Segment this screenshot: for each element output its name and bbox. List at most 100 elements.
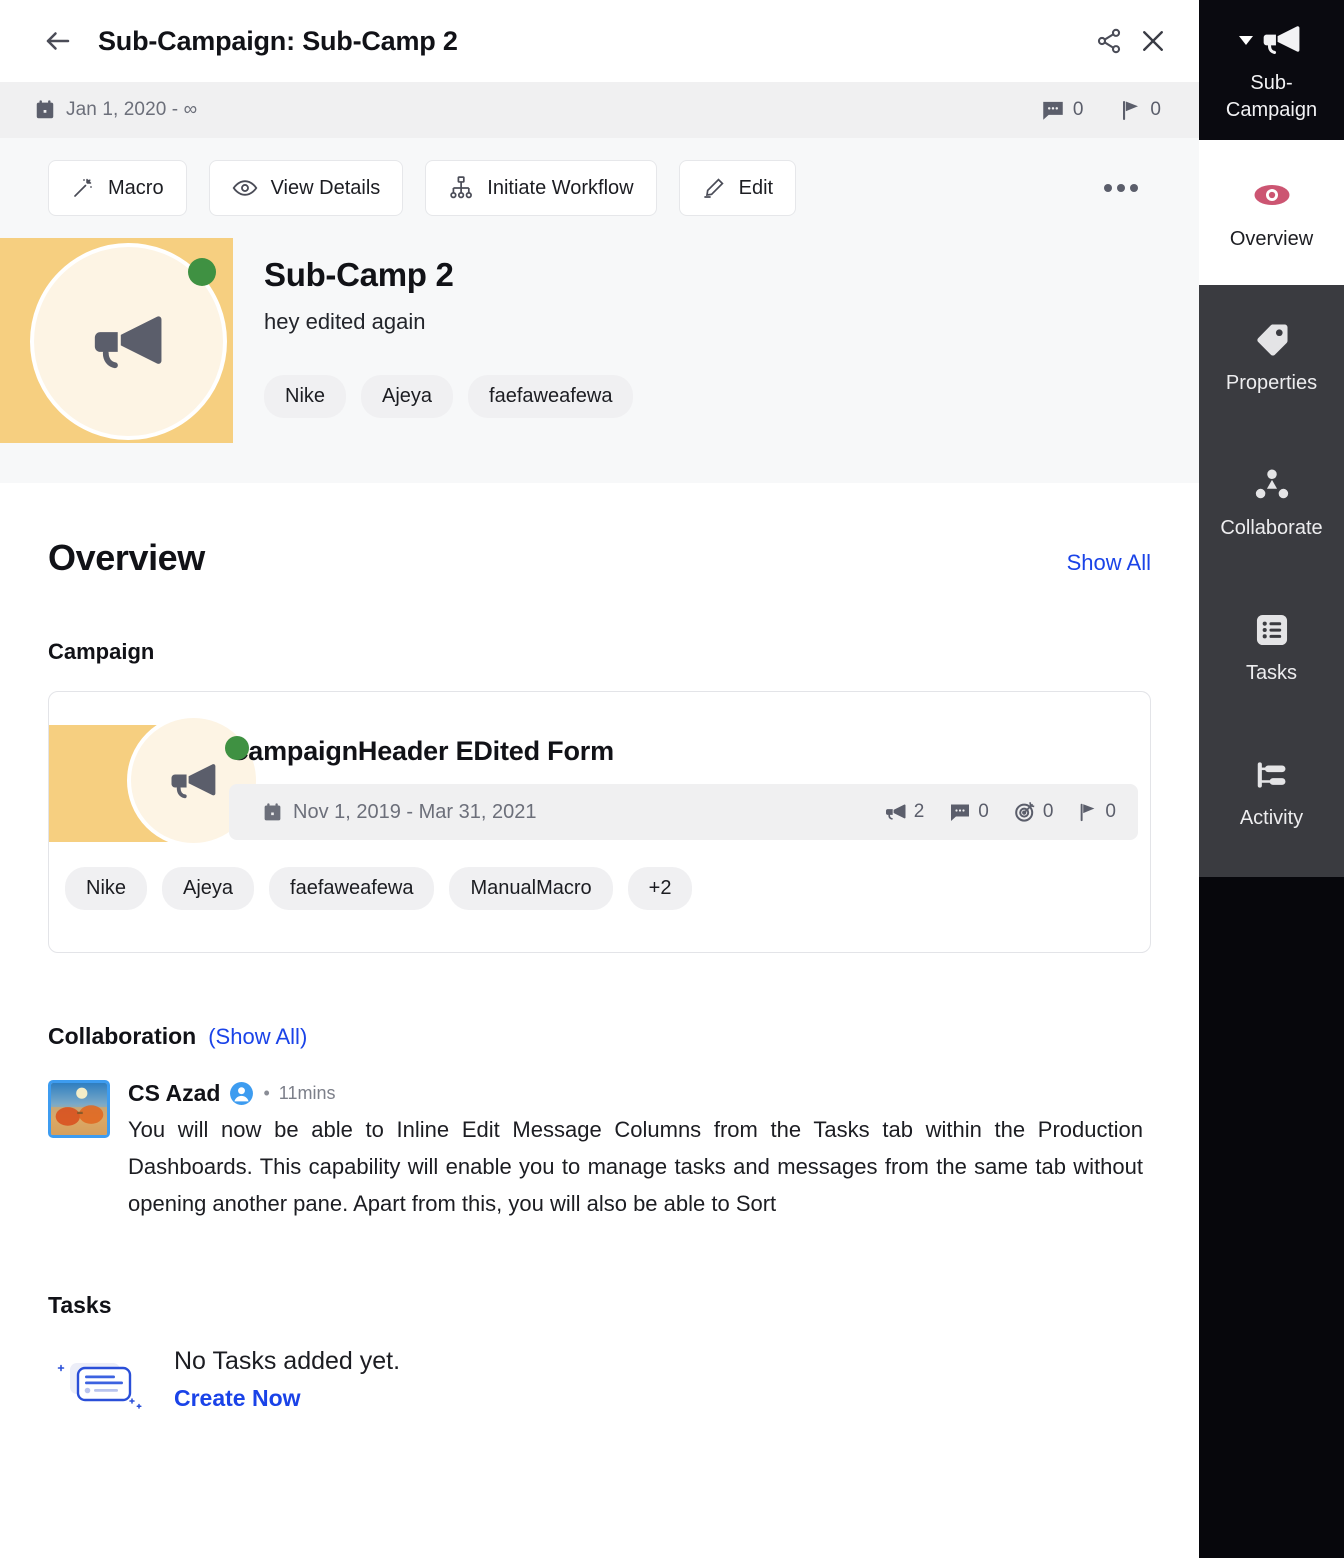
right-sidebar: Sub-Campaign Overview Properties Collabo… [1199,0,1344,1558]
dot-3 [1130,184,1138,192]
page-title: Sub-Campaign: Sub-Camp 2 [98,25,458,56]
edit-button[interactable]: Edit [678,160,797,216]
campaign-card-comment-count[interactable]: 0 [948,800,989,824]
sunglasses-beach-thumbnail[interactable] [48,1080,110,1138]
close-icon[interactable] [1131,19,1175,63]
campaign-card-title: CampaignHeader EDited Form [229,736,614,766]
tasks-list-icon [1253,611,1291,649]
tag-icon [1253,321,1291,359]
flag-count-value: 0 [1150,99,1161,120]
hero-tag[interactable]: faefaweafewa [468,375,634,418]
date-range-label: Jan 1, 2020 - ∞ [66,99,198,120]
tasks-create-now-link[interactable]: Create Now [174,1385,400,1412]
campaign-card-tag[interactable]: faefaweafewa [269,867,435,910]
hero-tag-row: Nike Ajeya faefaweafewa [264,375,1169,418]
flag-icon [1077,800,1099,824]
status-badge [188,258,216,286]
sidebar-filler [1199,865,1344,877]
campaign-card-subcampaign-count[interactable]: 2 [884,800,925,824]
collaboration-author: CS Azad [128,1080,221,1106]
hero-title: Sub-Camp 2 [264,256,454,293]
collaboration-post: CS Azad • 11mins You will now be able to… [48,1080,1151,1222]
collaboration-separator: • [263,1083,270,1103]
user-badge-icon [229,1081,254,1106]
collaboration-post-body: CS Azad • 11mins You will now be able to… [128,1080,1151,1222]
collaboration-title: Collaboration [48,1023,197,1049]
overview-show-all-link[interactable]: Show All [1067,550,1151,576]
campaign-card-comment-count-value: 0 [978,801,989,822]
campaign-card-tag-row: Nike Ajeya faefaweafewa ManualMacro +2 [65,867,693,910]
main-pane: Sub-Campaign: Sub-Camp 2 Jan 1, 2020 - ∞… [0,0,1199,1558]
campaign-card-flag-count-value: 0 [1105,801,1116,822]
sidebar-header-sub-campaign[interactable]: Sub-Campaign [1199,0,1344,140]
magic-wand-icon [71,176,95,200]
campaign-card-tag-overflow[interactable]: +2 [627,867,693,910]
campaign-card-goal-count-value: 0 [1042,801,1054,822]
sidebar-item-collaborate[interactable]: Collaborate [1199,430,1344,575]
sidebar-item-tasks[interactable]: Tasks [1199,575,1344,720]
title-bar: Sub-Campaign: Sub-Camp 2 [0,0,1199,82]
megaphone-icon [1260,18,1304,62]
macro-button-label: Macro [108,176,164,199]
flag-count[interactable]: 0 [1119,97,1161,123]
overview-header: Overview Show All [48,483,1151,579]
initiate-workflow-button-label: Initiate Workflow [487,176,634,199]
campaign-card-subcampaign-count-value: 2 [913,801,925,822]
hero-subtitle: hey edited again [264,309,426,334]
eye-icon [1252,175,1292,215]
collaboration-timestamp: 11mins [278,1083,336,1103]
campaign-card-tag[interactable]: Ajeya [162,867,255,910]
workflow-icon [448,175,474,201]
chevron-down-icon[interactable] [1239,35,1253,45]
campaign-card-goal-count[interactable]: 0 [1013,800,1054,824]
collaborate-icon [1253,466,1291,504]
macro-button[interactable]: Macro [48,160,187,216]
campaign-card-tag[interactable]: Nike [65,867,148,910]
hero-text: Sub-Camp 2 hey edited again Nike Ajeya f… [264,256,1169,418]
content-area: Overview Show All Campaign CampaignHeade… [0,483,1199,1412]
campaign-card-flag-count[interactable]: 0 [1077,800,1116,824]
sidebar-item-properties[interactable]: Properties [1199,285,1344,430]
tasks-empty-text-block: No Tasks added yet. Create Now [174,1347,400,1412]
megaphone-icon [884,800,908,824]
collaboration-header: Collaboration (Show All) [48,1023,1151,1050]
campaign-section-title: Campaign [48,639,155,664]
hero-tag[interactable]: Ajeya [361,375,454,418]
calendar-icon [262,802,283,823]
hero-tag[interactable]: Nike [264,375,347,418]
comment-count[interactable]: 0 [1040,97,1084,123]
campaign-card-status-badge [225,736,249,760]
sidebar-header-glyphs [1239,18,1304,62]
megaphone-icon [167,754,221,808]
share-icon[interactable] [1087,19,1131,63]
empty-tasks-illustration [56,1349,142,1411]
comment-icon [948,800,972,824]
calendar-icon [34,99,56,121]
sidebar-item-properties-label: Properties [1225,371,1318,394]
eye-icon [232,175,258,201]
tasks-section-title: Tasks [48,1292,112,1318]
initiate-workflow-button[interactable]: Initiate Workflow [425,160,657,216]
date-strip: Jan 1, 2020 - ∞ 0 0 [0,82,1199,138]
collaboration-show-all-link[interactable]: (Show All) [208,1024,307,1050]
collaboration-post-byline: CS Azad • 11mins [128,1080,1151,1107]
comment-icon [1040,97,1066,123]
sidebar-item-overview[interactable]: Overview [1199,140,1344,285]
megaphone-icon [88,301,170,383]
dot-1 [1104,184,1112,192]
comment-count-value: 0 [1072,99,1084,120]
more-options-icon[interactable] [1097,164,1145,212]
view-details-button-label: View Details [270,176,381,199]
view-details-button[interactable]: View Details [208,160,404,216]
campaign-card[interactable]: CampaignHeader EDited Form Nov 1, 2019 -… [48,691,1151,953]
flag-icon [1119,97,1143,123]
entity-hero: Sub-Camp 2 hey edited again Nike Ajeya f… [0,238,1199,483]
campaign-card-tag[interactable]: ManualMacro [449,867,613,910]
app-root: Sub-Campaign: Sub-Camp 2 Jan 1, 2020 - ∞… [0,0,1344,1558]
sidebar-item-activity[interactable]: Activity [1199,720,1344,865]
dot-2 [1117,184,1125,192]
back-arrow-icon[interactable] [38,21,78,61]
sidebar-item-collaborate-label: Collaborate [1220,516,1323,539]
sidebar-header-label: Sub-Campaign [1225,72,1318,121]
activity-icon [1253,756,1291,794]
